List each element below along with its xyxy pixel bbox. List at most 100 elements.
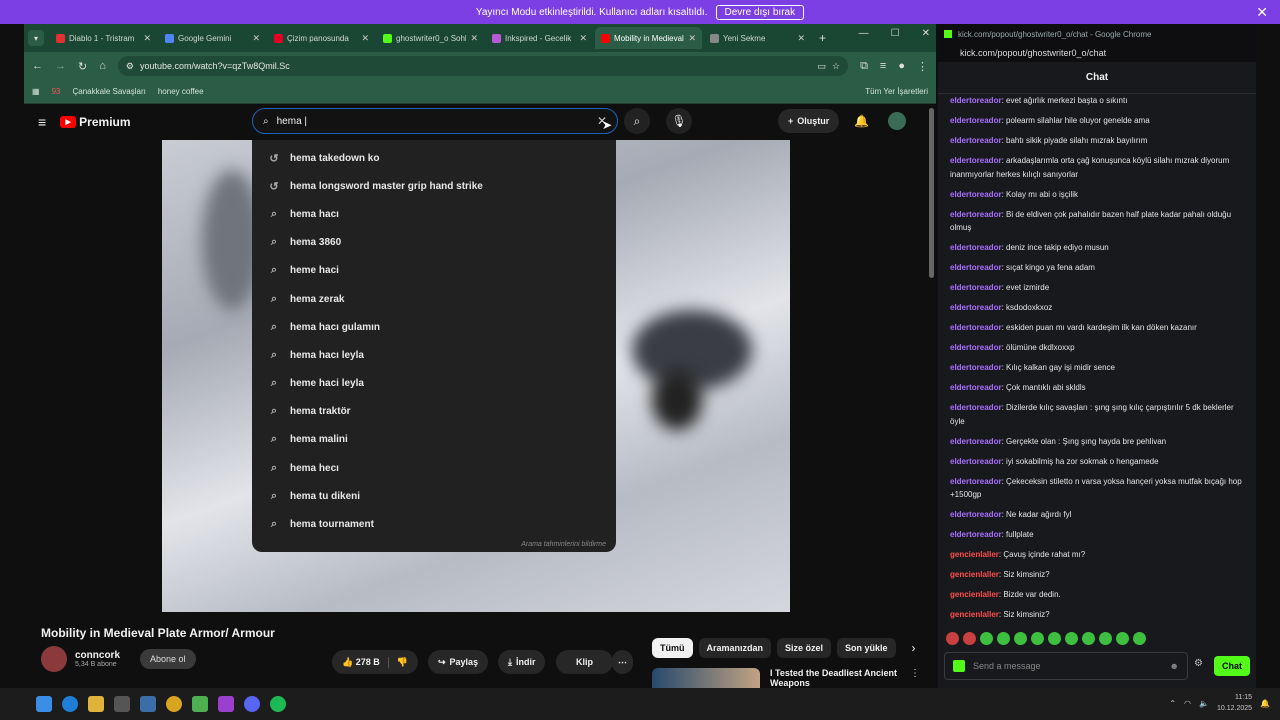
hamburger-menu-icon[interactable]: ≡ (38, 114, 46, 130)
chat-username[interactable]: eldertoreador (950, 530, 1002, 539)
home-icon[interactable]: ⌂ (99, 60, 106, 72)
chat-username[interactable]: gencienlaller (950, 550, 999, 559)
chat-username[interactable]: eldertoreador (950, 363, 1002, 372)
create-button[interactable]: + Oluştur (778, 109, 840, 133)
share-button[interactable]: ↪ Paylaş (428, 650, 489, 674)
start-icon[interactable] (36, 696, 52, 712)
suggestion-item[interactable]: ⌕ hema hacı leyla (252, 341, 616, 369)
channel-avatar[interactable] (41, 646, 67, 672)
new-tab-icon[interactable]: + (819, 31, 826, 45)
settings-gear-icon[interactable]: ⚙ (1194, 658, 1203, 669)
edge-icon[interactable] (62, 696, 78, 712)
apps-icon[interactable]: ▦ (32, 87, 40, 96)
xbox-icon[interactable] (192, 696, 208, 712)
send-chat-button[interactable]: Chat (1214, 656, 1250, 676)
emote-icon[interactable] (997, 632, 1010, 645)
download-button[interactable]: ⤓ İndir (498, 650, 546, 674)
related-video[interactable]: I Tested the Deadliest Ancient Weapons ⋮ (652, 668, 920, 690)
chat-username[interactable]: eldertoreador (950, 437, 1002, 446)
emote-icon[interactable] (963, 632, 976, 645)
media-icon[interactable]: ≡ (880, 60, 886, 72)
related-thumbnail[interactable] (652, 668, 760, 690)
chat-username[interactable]: gencienlaller (950, 610, 999, 619)
emote-icon[interactable] (1031, 632, 1044, 645)
emote-icon[interactable] (946, 632, 959, 645)
chevron-down-icon[interactable]: ▾ (28, 30, 44, 46)
chat-username[interactable]: eldertoreador (950, 457, 1002, 466)
chat-username[interactable]: eldertoreador (950, 477, 1002, 486)
suggestion-item[interactable]: ↺ hema longsword master grip hand strike (252, 172, 616, 200)
explorer-icon[interactable] (88, 696, 104, 712)
scrollbar[interactable] (929, 108, 934, 278)
cast-icon[interactable]: ▭ (817, 61, 826, 72)
notifications-icon[interactable]: 🔔 (854, 114, 869, 128)
suggestion-item[interactable]: ⌕ heme haci leyla (252, 370, 616, 398)
suggestion-item[interactable]: ⌕ hema malini (252, 426, 616, 454)
chip[interactable]: Aramanızdan (698, 638, 772, 658)
chevron-right-icon[interactable]: › (912, 641, 916, 655)
avatar[interactable] (888, 112, 906, 130)
suggestion-item[interactable]: ⌕ hema tournament (252, 510, 616, 538)
chat-username[interactable]: eldertoreador (950, 510, 1002, 519)
more-icon[interactable]: ⋮ (910, 668, 920, 690)
spotify-icon[interactable] (270, 696, 286, 712)
emote-icon[interactable] (1065, 632, 1078, 645)
chat-username[interactable]: eldertoreador (950, 116, 1002, 125)
app-icon[interactable] (140, 696, 156, 712)
dislike-icon[interactable]: 👎 (387, 656, 408, 668)
youtube-logo[interactable]: ▶ Premium (60, 115, 131, 129)
more-actions-icon[interactable]: ⋯ (612, 650, 633, 674)
close-tab-icon[interactable]: ✕ (252, 33, 260, 44)
chat-username[interactable]: eldertoreador (950, 343, 1002, 352)
chat-username[interactable]: eldertoreador (950, 323, 1002, 332)
report-predictions-link[interactable]: Arama tahminlerini bildirme (521, 541, 606, 548)
like-button[interactable]: 👍 278 B (342, 657, 380, 668)
suggestion-item[interactable]: ⌕ heme haci (252, 257, 616, 285)
maximize-icon[interactable]: ☐ (891, 28, 900, 39)
emote-icon[interactable] (980, 632, 993, 645)
browser-tab[interactable]: Inkspired - Gecelik ✕ (486, 27, 593, 49)
channel-name[interactable]: conncork (75, 650, 120, 661)
close-tab-icon[interactable]: ✕ (143, 33, 151, 44)
close-tab-icon[interactable]: ✕ (797, 33, 805, 44)
emote-icon[interactable] (1133, 632, 1146, 645)
close-tab-icon[interactable]: ✕ (688, 33, 696, 44)
chat-username[interactable]: gencienlaller (950, 570, 999, 579)
close-tab-icon[interactable]: ✕ (361, 33, 369, 44)
chat-username[interactable]: eldertoreador (950, 243, 1002, 252)
address-bar[interactable]: ⚙ youtube.com/watch?v=qzTw8Qmil.Sc ▭ ☆ (117, 56, 849, 76)
app-icon[interactable] (218, 696, 234, 712)
chat-username[interactable]: eldertoreador (950, 403, 1002, 412)
chat-input[interactable]: Send a message ☻ (944, 652, 1188, 680)
site-info-icon[interactable]: ⚙ (126, 61, 134, 72)
suggestion-item[interactable]: ⌕ hema tu dikeni (252, 482, 616, 510)
chat-username[interactable]: eldertoreador (950, 303, 1002, 312)
subscribe-button[interactable]: Abone ol (140, 649, 196, 669)
chip[interactable]: Tümü (652, 638, 693, 658)
browser-tab[interactable]: Google Gemini ✕ (159, 27, 266, 49)
disable-streamer-mode-button[interactable]: Devre dışı bırak (715, 4, 805, 20)
volume-icon[interactable]: 🔈 (1199, 699, 1209, 708)
search-input[interactable]: ⌕ hema | ✕ (252, 108, 618, 134)
clock[interactable]: 11:15 10.12.2025 (1217, 692, 1252, 714)
voice-search-icon[interactable]: 🎙 (666, 108, 692, 134)
back-icon[interactable]: ← (32, 60, 43, 72)
related-title[interactable]: I Tested the Deadliest Ancient Weapons (770, 668, 900, 690)
close-icon[interactable]: ✕ (1256, 4, 1268, 21)
close-tab-icon[interactable]: ✕ (579, 33, 587, 44)
bookmark-star-icon[interactable]: ☆ (832, 61, 840, 72)
all-bookmarks[interactable]: Tüm Yer İşaretleri (865, 87, 928, 96)
emoji-icon[interactable]: ☻ (1170, 661, 1179, 671)
reload-icon[interactable]: ↻ (78, 60, 87, 73)
emote-icon[interactable] (1099, 632, 1112, 645)
profile-icon[interactable]: ● (898, 60, 905, 72)
close-tab-icon[interactable]: ✕ (470, 33, 478, 44)
extensions-icon[interactable]: ⧉ (860, 60, 868, 73)
chat-username[interactable]: eldertoreador (950, 156, 1002, 165)
chat-username[interactable]: eldertoreador (950, 383, 1002, 392)
emote-icon[interactable] (1014, 632, 1027, 645)
forward-icon[interactable]: → (55, 60, 66, 72)
suggestion-item[interactable]: ⌕ hema zerak (252, 285, 616, 313)
menu-icon[interactable]: ⋮ (917, 60, 928, 73)
browser-tab[interactable]: Diablo 1 - Tristram ✕ (50, 27, 157, 49)
